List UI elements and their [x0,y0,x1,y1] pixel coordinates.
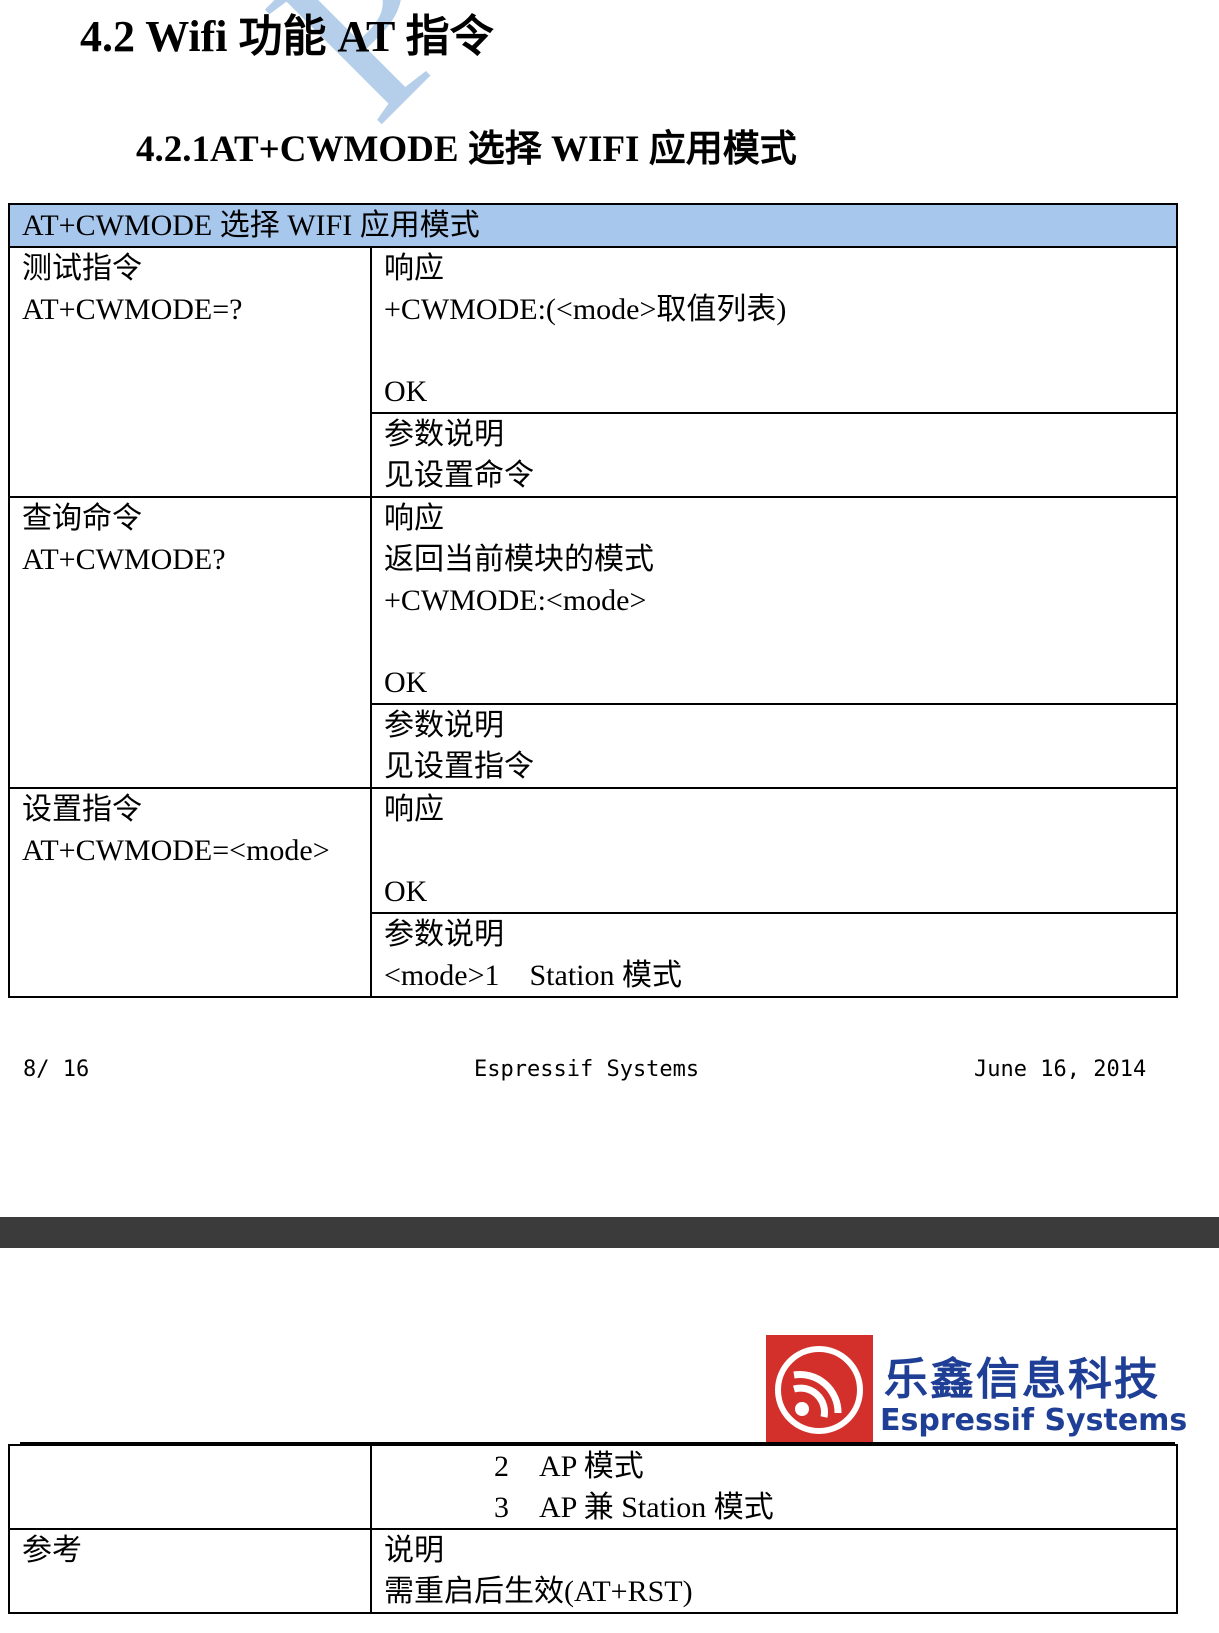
set-label: 设置指令 [22,793,142,826]
query-resp-line: +CWMODE:<mode> [384,584,647,617]
logo-english-name: Espressif Systems [880,1403,1188,1438]
footer-company: Espressif Systems [474,1057,700,1082]
set-param-title: 参数说明 [384,918,504,951]
set-label-cell: 设置指令 AT+CWMODE=<mode> [8,787,372,998]
test-response-cell: 响应 +CWMODE:(<mode>取值列表) OK [369,246,1179,414]
set-row: 设置指令 AT+CWMODE=<mode> 响应 OK [8,787,1179,998]
test-param-title: 参数说明 [384,418,504,451]
query-param-cell: 参数说明 见设置指令 [369,703,1179,789]
ref-text: 需重启后生效(AT+RST) [384,1575,693,1608]
query-param-text: 见设置指令 [384,750,534,783]
query-row: 查询命令 AT+CWMODE? 响应 返回当前模块的模式 +CWMODE:<mo… [8,496,1179,789]
command-table: AT+CWMODE 选择 WIFI 应用模式 测试指令 AT+CWMODE=? … [7,203,1179,998]
mode3-num: 3 [494,1491,509,1524]
reference-row: 参考 说明 需重启后生效(AT+RST) [8,1528,1178,1614]
modes-cell: 2 AP 模式 3 AP 兼 Station 模式 [370,1444,1178,1530]
ref-title: 说明 [384,1534,444,1567]
set-resp-title: 响应 [384,793,444,826]
test-param-text: 见设置命令 [384,459,534,492]
test-param-cell: 参数说明 见设置命令 [369,412,1179,498]
query-resp-title: 响应 [384,502,444,535]
set-response-cell: 响应 OK [369,787,1179,914]
command-table-continued: 2 AP 模式 3 AP 兼 Station 模式 参考 说明 需重启后生效(AT+… [8,1444,1178,1614]
mode2-num: 2 [494,1450,509,1483]
test-cmd: AT+CWMODE=? [22,293,243,326]
test-row: 测试指令 AT+CWMODE=? 响应 +CWMODE:(<mode>取值列表)… [8,246,1179,498]
query-ok: OK [384,666,428,699]
ref-label: 参考 [8,1528,372,1614]
subsection-heading: 4.2.1AT+CWMODE 选择 WIFI 应用模式 [136,129,797,170]
footer-date: June 16, 2014 [974,1057,1147,1082]
mode2-text: AP 模式 [539,1450,644,1483]
query-param-title: 参数说明 [384,709,504,742]
mode3-text: AP 兼 Station 模式 [539,1491,774,1524]
table-header-row: AT+CWMODE 选择 WIFI 应用模式 [7,203,1179,248]
set-mode-prefix: <mode>1 [384,959,500,992]
test-resp-title: 响应 [384,252,444,285]
mode3-line: 3 AP 兼 Station 模式 [384,1487,1164,1528]
ref-cell: 说明 需重启后生效(AT+RST) [370,1528,1178,1614]
test-label: 测试指令 [22,252,142,285]
page-divider [0,1217,1219,1248]
test-ok: OK [384,375,428,408]
query-label: 查询命令 [22,502,142,535]
mode2-line: 2 AP 模式 [384,1446,1164,1487]
logo-chinese-name: 乐鑫信息科技 [884,1354,1160,1405]
espressif-logo-icon [766,1335,873,1445]
set-ok: OK [384,875,428,908]
footer-page: 8/ 16 [23,1057,90,1082]
test-resp-line: +CWMODE:(<mode>取值列表) [384,293,787,326]
query-label-cell: 查询命令 AT+CWMODE? [8,496,372,789]
set-param-cell: 参数说明 <mode>1 Station 模式 [369,912,1179,998]
set-mode1: Station 模式 [529,959,683,992]
query-response-cell: 响应 返回当前模块的模式 +CWMODE:<mode> OK [369,496,1179,705]
query-cmd: AT+CWMODE? [22,543,226,576]
table-header: AT+CWMODE 选择 WIFI 应用模式 [7,203,1179,248]
section-heading: 4.2 Wifi 功能 AT 指令 [80,12,494,61]
modes-row: 2 AP 模式 3 AP 兼 Station 模式 [8,1444,1178,1530]
set-mode-line: <mode>1 Station 模式 [384,955,1164,996]
set-cmd: AT+CWMODE=<mode> [22,834,330,867]
modes-label-cell [8,1444,372,1530]
query-resp-desc: 返回当前模块的模式 [384,543,654,576]
test-label-cell: 测试指令 AT+CWMODE=? [8,246,372,498]
